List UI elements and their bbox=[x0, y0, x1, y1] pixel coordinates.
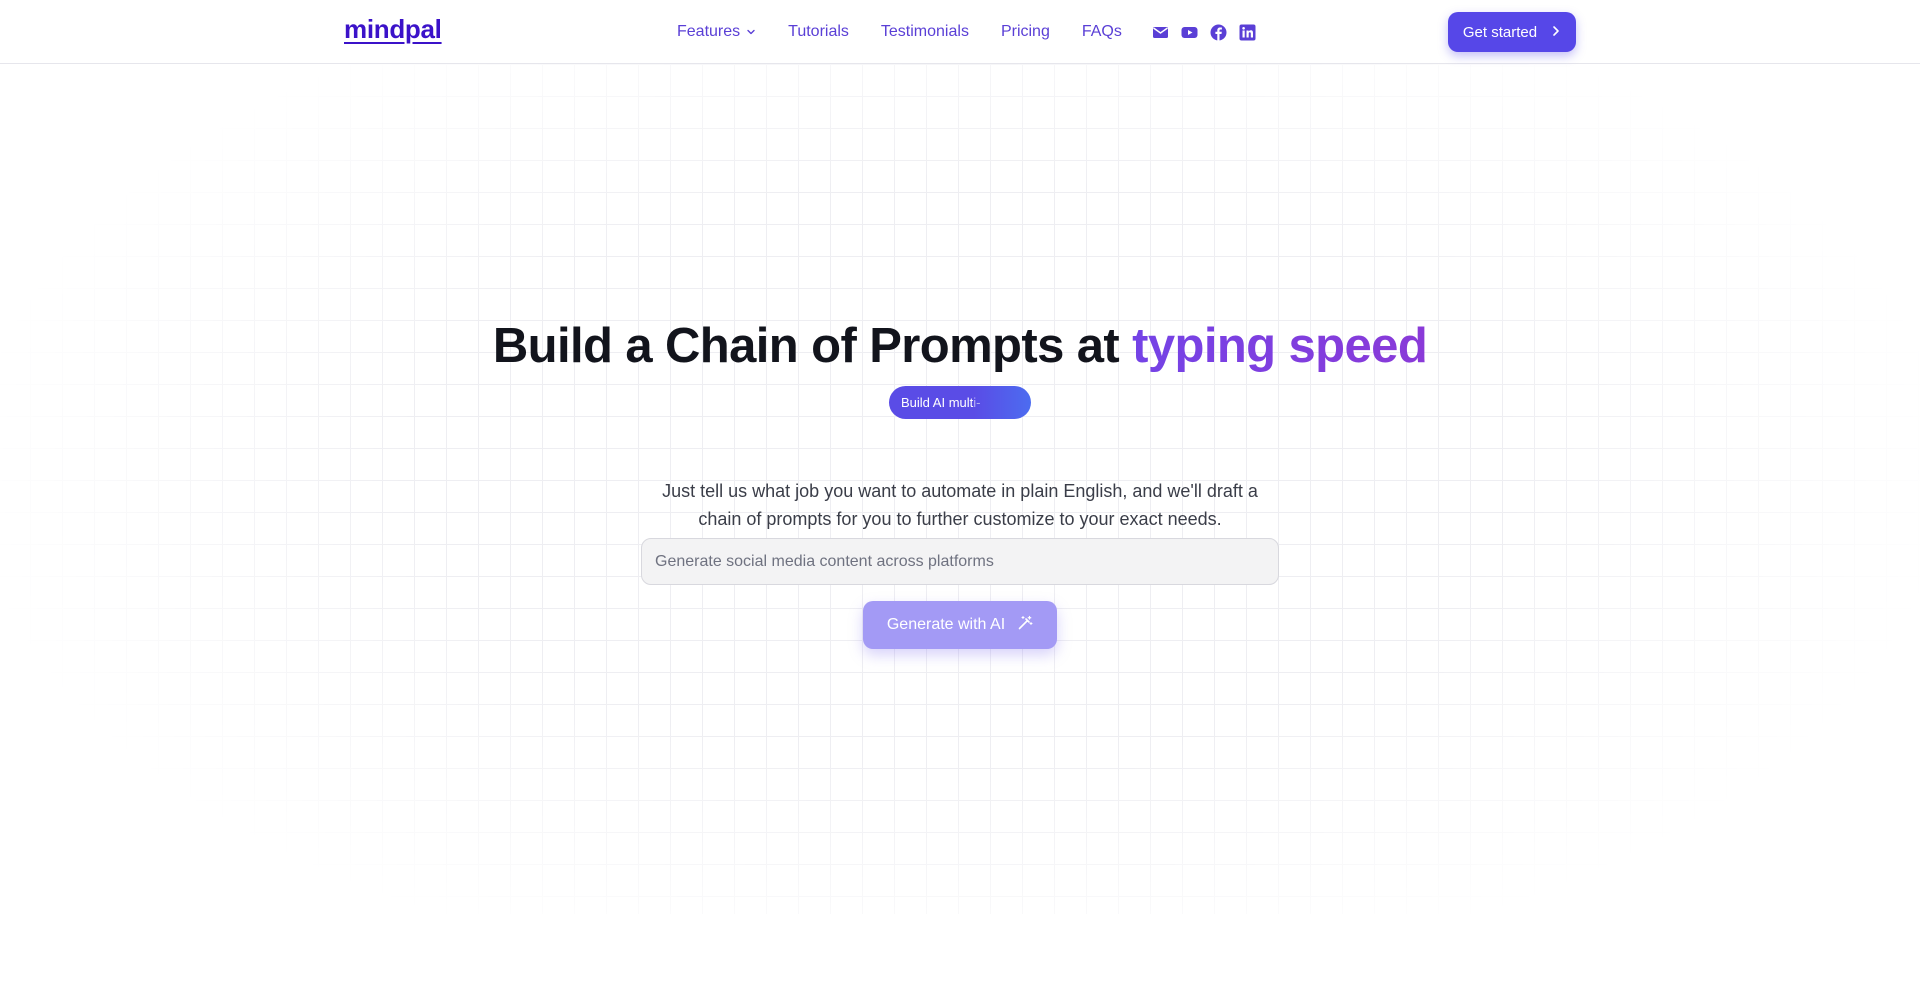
pill-text-fade: i- bbox=[973, 395, 981, 410]
hero-title-accent: typing speed bbox=[1132, 319, 1428, 373]
pill-text: Build AI mult bbox=[901, 395, 974, 410]
generate-with-ai-button[interactable]: Generate with AI bbox=[863, 601, 1057, 649]
nav-item-tutorials[interactable]: Tutorials bbox=[788, 23, 849, 41]
social-links bbox=[1152, 24, 1256, 41]
facebook-icon[interactable] bbox=[1210, 24, 1227, 41]
mail-icon[interactable] bbox=[1152, 24, 1169, 41]
chevron-right-icon bbox=[1551, 24, 1561, 41]
top-navigation-bar: mindpal Features Tutorials Testimonials … bbox=[0, 0, 1920, 64]
brand-logo[interactable]: mindpal bbox=[344, 14, 442, 45]
linkedin-icon[interactable] bbox=[1239, 24, 1256, 41]
hero-description: Just tell us what job you want to automa… bbox=[662, 481, 1258, 529]
hero-title: Build a Chain of Prompts at typing speed bbox=[0, 318, 1920, 374]
nav-item-faqs[interactable]: FAQs bbox=[1082, 23, 1122, 41]
job-description-input[interactable] bbox=[641, 538, 1279, 585]
chevron-down-icon bbox=[746, 27, 756, 37]
magic-wand-icon bbox=[1017, 615, 1033, 636]
get-started-button[interactable]: Get started bbox=[1448, 12, 1576, 52]
nav-item-features[interactable]: Features bbox=[677, 23, 756, 41]
hero-title-main: Build a Chain of Prompts at bbox=[492, 319, 1133, 373]
nav-item-testimonials[interactable]: Testimonials bbox=[881, 23, 969, 41]
nav-item-pricing[interactable]: Pricing bbox=[1001, 23, 1050, 41]
get-started-label: Get started bbox=[1462, 23, 1538, 41]
main-nav: Features Tutorials Testimonials Pricing … bbox=[677, 22, 1256, 42]
nav-item-label: Features bbox=[677, 23, 741, 40]
typing-animation-pill: Build AI mult i- bbox=[889, 386, 1031, 419]
generate-label: Generate with AI bbox=[886, 616, 1006, 633]
youtube-icon[interactable] bbox=[1181, 24, 1198, 41]
